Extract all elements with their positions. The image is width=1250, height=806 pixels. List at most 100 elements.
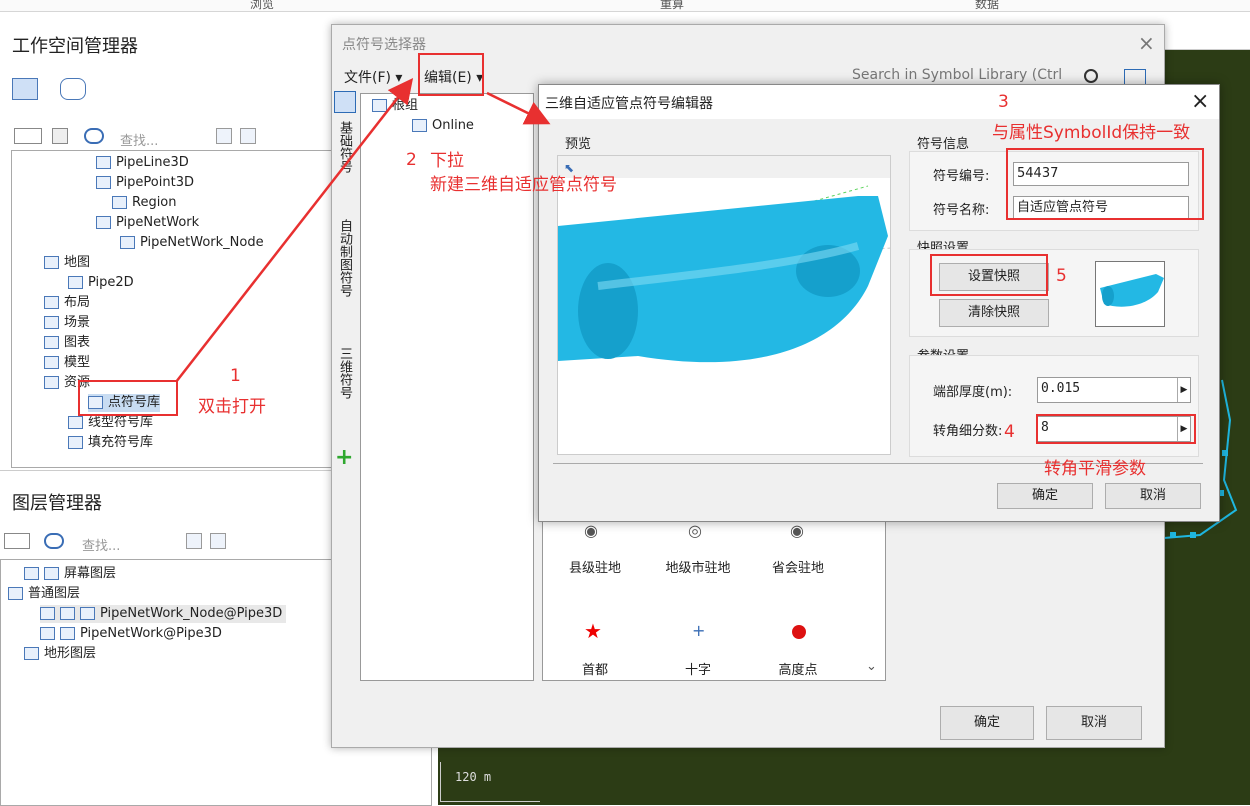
tree-root[interactable]: 根组 — [392, 98, 418, 113]
layer-item-normal[interactable]: 普通图层 — [28, 586, 80, 601]
workspace-tree-item[interactable]: 线型符号库 — [68, 414, 153, 432]
side-tab-auto[interactable]: 自动制图符号 — [334, 219, 354, 297]
workspace-tree-item[interactable]: PipePoint3D — [96, 174, 194, 192]
workspace-tree-item[interactable]: 布局 — [44, 294, 90, 312]
county-symbol-icon[interactable]: ◉ — [584, 521, 598, 540]
province-symbol-icon[interactable]: ◉ — [790, 521, 804, 540]
workspace-tree-item[interactable]: PipeLine3D — [96, 154, 189, 172]
workspace-tree-item[interactable]: 模型 — [44, 354, 90, 372]
workspace-tree-label: 地图 — [64, 255, 91, 270]
add-layer-icon[interactable] — [4, 533, 30, 549]
selector-ok-button[interactable]: 确定 — [940, 706, 1034, 740]
side-tab-3d[interactable]: 三维符号 — [334, 347, 354, 399]
city-symbol-icon[interactable]: ◎ — [688, 521, 702, 540]
editor-close-icon[interactable]: × — [1191, 89, 1209, 114]
highlight-point-symbol — [78, 380, 178, 416]
layer-item-terrain[interactable]: 地形图层 — [44, 646, 96, 661]
annotation-2-text-b: 新建三维自适应管点符号 — [430, 175, 617, 195]
screen-layer-icon — [44, 567, 59, 580]
tab-recompute[interactable]: 重算 — [660, 0, 684, 12]
layer-search-input[interactable]: 查找... — [82, 535, 120, 554]
move-down-icon[interactable] — [240, 128, 256, 144]
resource-icon — [44, 376, 59, 389]
workspace-tree-item[interactable]: 场景 — [44, 314, 90, 332]
database-tab-icon[interactable] — [60, 78, 86, 100]
workspace-tree-item[interactable]: 地图 — [44, 254, 90, 272]
side-tab-basic[interactable]: 基础符号 — [334, 121, 354, 173]
layer-item-screen[interactable]: 屏幕图层 — [64, 566, 116, 581]
annotation-1: 1 — [230, 366, 241, 386]
workspace-tree-item[interactable]: 图表 — [44, 334, 90, 352]
selector-cancel-button[interactable]: 取消 — [1046, 706, 1142, 740]
thickness-expand-icon[interactable]: ▶ — [1177, 378, 1190, 402]
dot-symbol-icon[interactable] — [792, 625, 806, 639]
annotation-4: 4 — [1004, 422, 1015, 442]
highlight-set-snapshot — [930, 254, 1048, 296]
network-icon — [96, 216, 111, 229]
scroll-down-icon[interactable]: ⌄ — [866, 659, 877, 674]
layer-title: 图层管理器 — [12, 493, 102, 514]
subdiv-label: 转角细分数: — [933, 424, 1003, 439]
annotation-4-text: 转角平滑参数 — [1044, 459, 1146, 479]
model-icon — [44, 356, 59, 369]
workspace-tree-item[interactable]: 填充符号库 — [68, 434, 153, 452]
scale-label: 120 m — [455, 770, 492, 784]
preview-label: 预览 — [565, 137, 592, 152]
eye-icon[interactable] — [24, 567, 39, 580]
tree-online[interactable]: Online — [432, 118, 474, 133]
tab-data[interactable]: 数据 — [975, 0, 999, 12]
select-icon[interactable] — [60, 607, 75, 620]
workspace-tree-item[interactable]: PipeNetWork_Node — [120, 234, 264, 252]
info-group-label: 符号信息 — [917, 137, 970, 152]
layer-item-node[interactable]: PipeNetWork_Node@Pipe3D — [100, 606, 282, 621]
workspace-tab-icon[interactable] — [12, 78, 38, 100]
terrain-layer-icon — [24, 647, 39, 660]
layer-up-icon[interactable] — [186, 533, 202, 549]
properties-icon[interactable] — [52, 128, 68, 144]
symbol-label: 县级驻地 — [568, 561, 621, 576]
thickness-input[interactable]: 0.015 — [1037, 377, 1191, 403]
symbol-label: 十字 — [684, 663, 711, 678]
cross-symbol-icon[interactable]: + — [692, 621, 705, 640]
snapshot-thumbnail — [1095, 261, 1165, 327]
map-scalebar: 120 m — [440, 762, 540, 802]
editor-cancel-button[interactable]: 取消 — [1105, 483, 1201, 509]
eye-icon[interactable] — [40, 607, 55, 620]
node-layer-icon — [80, 607, 95, 620]
add-icon[interactable]: + — [335, 445, 353, 470]
workspace-tree-item[interactable]: Pipe2D — [68, 274, 134, 292]
highlight-subdivision — [1036, 414, 1196, 444]
search-icon[interactable] — [84, 128, 104, 144]
symbol-search-input[interactable]: Search in Symbol Library (Ctrl — [852, 67, 1062, 83]
symbol-search-icon[interactable] — [1084, 69, 1098, 83]
symbol-label: 地级市驻地 — [665, 561, 731, 576]
annotation-3-text: 与属性SymbolId保持一致 — [992, 123, 1191, 143]
menu-file[interactable]: 文件(F) ▾ — [344, 67, 402, 87]
editor-ok-button[interactable]: 确定 — [997, 483, 1093, 509]
layer-down-icon[interactable] — [210, 533, 226, 549]
view-mode-icon[interactable] — [1124, 69, 1146, 85]
workspace-search-input[interactable]: 查找... — [120, 130, 158, 149]
tab-browse[interactable]: 浏览 — [250, 0, 274, 12]
preview-viewport[interactable]: ⬉ — [557, 155, 891, 455]
star-symbol-icon[interactable]: ★ — [584, 619, 602, 643]
clear-snapshot-button[interactable]: 清除快照 — [939, 299, 1049, 327]
view-dropdown-icon[interactable] — [14, 128, 42, 144]
selector-close-icon[interactable]: × — [1138, 31, 1155, 55]
annotation-2: 2 — [406, 150, 417, 170]
annotation-5: 5 — [1056, 266, 1067, 286]
layer-search-icon[interactable] — [44, 533, 64, 549]
workspace-tree-item[interactable]: PipeNetWork — [96, 214, 199, 232]
symbol-tab-icon[interactable] — [334, 91, 356, 113]
move-up-icon[interactable] — [216, 128, 232, 144]
workspace-tree-item[interactable]: Region — [112, 194, 177, 212]
symbol-label: 首都 — [581, 663, 608, 678]
symbol-label: 高度点 — [778, 663, 818, 678]
highlight-symbol-info — [1006, 148, 1204, 220]
fill-symbol-icon — [68, 436, 83, 449]
eye-icon[interactable] — [40, 627, 55, 640]
annotation-1-text: 双击打开 — [198, 397, 266, 417]
select-icon[interactable] — [60, 627, 75, 640]
workspace-tree-label: Region — [132, 195, 177, 210]
layer-item-network[interactable]: PipeNetWork@Pipe3D — [80, 626, 222, 641]
